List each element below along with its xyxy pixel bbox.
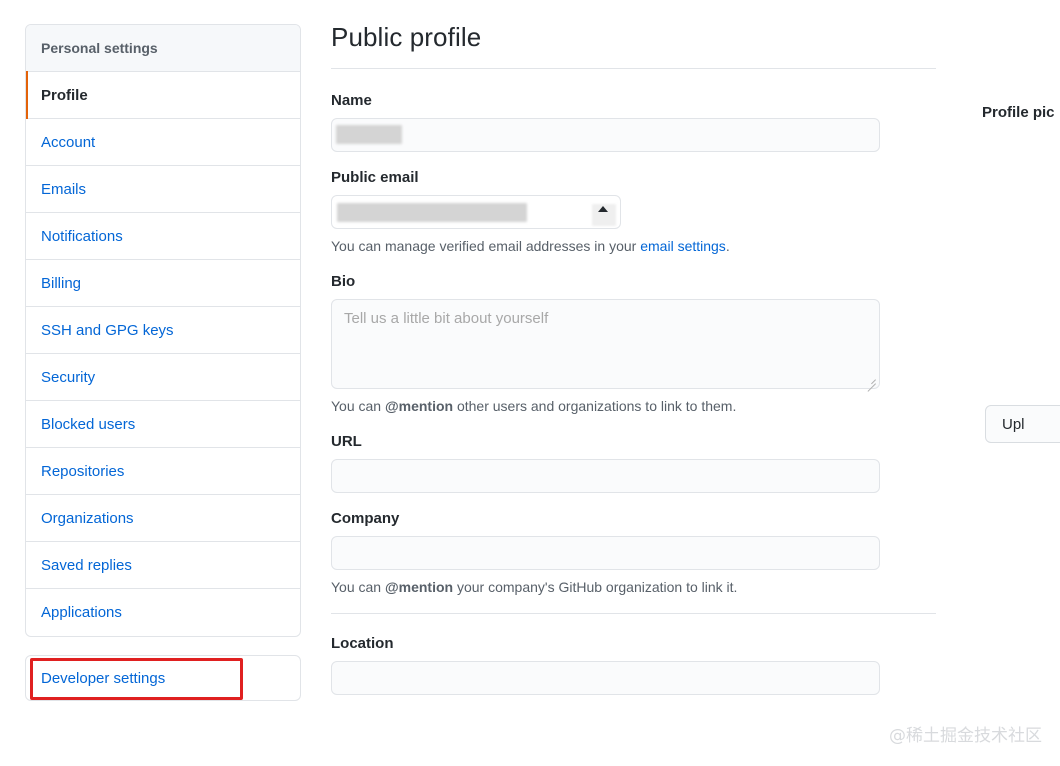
company-help-prefix: You can	[331, 579, 385, 595]
resize-handle-icon[interactable]	[865, 374, 877, 392]
field-location: Location	[331, 634, 891, 695]
watermark-text: @稀土掘金技术社区	[889, 726, 1042, 746]
redacted-name-block	[336, 125, 402, 144]
profile-picture-column: Profile pic Upl	[982, 20, 1060, 443]
profile-picture-title: Profile pic	[982, 104, 1055, 121]
sidebar-item-emails[interactable]: Emails	[26, 166, 300, 213]
sidebar-nav-box: Personal settings Profile Account Emails…	[25, 24, 301, 637]
chevron-up-icon	[598, 206, 608, 212]
name-label: Name	[331, 92, 372, 109]
field-company: Company You can @mention your company's …	[331, 509, 891, 597]
url-label: URL	[331, 433, 362, 450]
company-label: Company	[331, 510, 400, 527]
sidebar-item-blocked-users[interactable]: Blocked users	[26, 401, 300, 448]
public-email-help: You can manage verified email addresses …	[331, 236, 891, 256]
bio-help: You can @mention other users and organiz…	[331, 396, 891, 416]
bio-placeholder-text: Tell us a little bit about yourself	[344, 310, 549, 327]
company-help-suffix: your company's GitHub organization to li…	[453, 579, 738, 595]
sidebar-item-developer-settings[interactable]: Developer settings	[26, 656, 300, 701]
sidebar-item-repositories[interactable]: Repositories	[26, 448, 300, 495]
location-input[interactable]	[331, 661, 880, 695]
sidebar-item-profile[interactable]: Profile	[26, 71, 300, 119]
settings-page: Personal settings Profile Account Emails…	[0, 0, 1060, 766]
sidebar-item-account[interactable]: Account	[26, 119, 300, 166]
company-help: You can @mention your company's GitHub o…	[331, 577, 891, 597]
public-email-label: Public email	[331, 169, 419, 186]
public-email-help-prefix: You can manage verified email addresses …	[331, 238, 641, 254]
field-url: URL	[331, 432, 891, 493]
bio-textarea[interactable]: Tell us a little bit about yourself	[331, 299, 880, 392]
bio-help-suffix: other users and organizations to link to…	[453, 398, 737, 414]
bio-help-mention: @mention	[384, 398, 454, 414]
field-public-email: Public email You can manage verified ema…	[331, 168, 891, 256]
main-content: Public profile Name Public email You can…	[331, 20, 936, 711]
public-email-help-suffix: .	[725, 238, 730, 254]
sidebar-item-organizations[interactable]: Organizations	[26, 495, 300, 542]
sidebar-item-saved-replies[interactable]: Saved replies	[26, 542, 300, 589]
settings-sidebar: Personal settings Profile Account Emails…	[25, 24, 301, 701]
location-label: Location	[331, 635, 394, 652]
company-input[interactable]	[331, 536, 880, 570]
redacted-email-block	[337, 203, 527, 222]
sidebar-item-billing[interactable]: Billing	[26, 260, 300, 307]
name-input-wrap	[331, 118, 891, 152]
public-email-select[interactable]	[331, 195, 621, 229]
name-input[interactable]	[331, 118, 880, 152]
bio-help-prefix: You can	[331, 398, 385, 414]
field-name: Name	[331, 91, 891, 152]
location-section-divider	[331, 613, 936, 614]
url-input[interactable]	[331, 459, 880, 493]
sidebar-item-ssh-and-gpg-keys[interactable]: SSH and GPG keys	[26, 307, 300, 354]
upload-picture-button[interactable]: Upl	[985, 405, 1060, 443]
sidebar-item-security[interactable]: Security	[26, 354, 300, 401]
company-help-mention: @mention	[384, 579, 454, 595]
field-bio: Bio Tell us a little bit about yourself …	[331, 272, 891, 416]
sidebar-header: Personal settings	[26, 25, 300, 72]
email-settings-link[interactable]: email settings	[640, 238, 726, 254]
bio-label: Bio	[331, 273, 356, 290]
sidebar-item-applications[interactable]: Applications	[26, 589, 300, 636]
public-email-select-wrap	[331, 195, 621, 229]
sidebar-item-notifications[interactable]: Notifications	[26, 213, 300, 260]
title-divider	[331, 68, 936, 69]
developer-settings-box: Developer settings	[25, 655, 301, 701]
page-title: Public profile	[331, 22, 482, 52]
